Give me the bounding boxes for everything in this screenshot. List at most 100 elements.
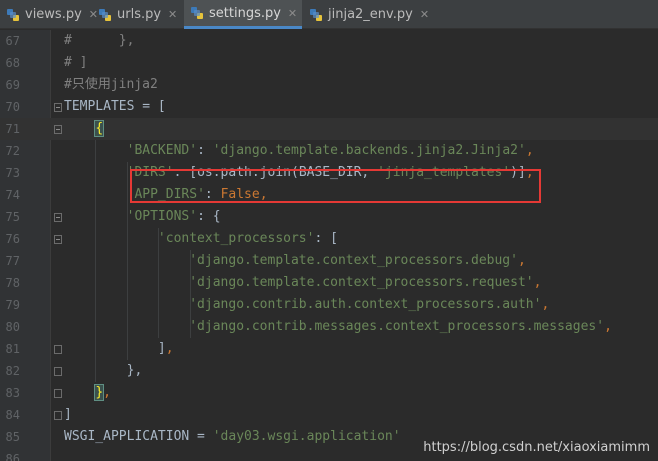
tab-jinja2-env-py[interactable]: jinja2_env.py ✕ <box>303 0 429 29</box>
close-icon[interactable]: ✕ <box>168 8 177 21</box>
code-token: , <box>525 143 534 158</box>
code-token: TEMPLATES = [ <box>64 99 166 114</box>
indent-guide <box>126 162 128 360</box>
line-number: 74 <box>5 188 20 202</box>
code-text: }, <box>64 360 143 382</box>
python-file-icon <box>98 8 112 22</box>
tab-settings-py[interactable]: settings.py ✕ <box>184 0 302 29</box>
line-number: 79 <box>5 298 20 312</box>
code-token: 'OPTIONS' <box>126 209 198 224</box>
indent-guide <box>189 250 191 338</box>
code-token: , <box>604 319 612 334</box>
code-line[interactable]: 68 # ] <box>0 52 658 74</box>
line-number: 76 <box>5 232 20 246</box>
close-icon[interactable]: ✕ <box>288 7 297 20</box>
code-text: { <box>64 118 105 140</box>
indent-guide <box>158 228 160 338</box>
code-token: 'django.template.context_processors.debu… <box>189 253 518 268</box>
tab-urls-py[interactable]: urls.py ✕ <box>92 0 182 29</box>
code-token: : [ <box>314 231 338 246</box>
code-line[interactable]: 83 }, <box>0 382 658 404</box>
line-number: 82 <box>5 364 20 378</box>
line-number: 86 <box>5 452 20 461</box>
fold-marker-icon[interactable] <box>54 345 62 354</box>
line-number: 78 <box>5 276 20 290</box>
code-line[interactable]: 82 }, <box>0 360 658 382</box>
code-text: 'django.template.context_processors.requ… <box>64 272 541 294</box>
code-token: { <box>94 120 105 137</box>
fold-marker-icon[interactable] <box>54 213 62 222</box>
code-token: 'django.contrib.auth.context_processors.… <box>189 297 542 312</box>
code-token: # ] <box>64 55 88 70</box>
code-token: }, <box>64 363 143 378</box>
line-number: 83 <box>5 386 20 400</box>
code-editor[interactable]: 67 # }, 68 # ] 69 #只使用jinja2 70 TEMPLATES = [ 71… <box>0 30 658 461</box>
line-number: 72 <box>5 144 20 158</box>
python-file-icon <box>6 8 20 22</box>
code-token: 'django.contrib.messages.context_process… <box>189 319 605 334</box>
code-line[interactable]: 71 { <box>0 118 658 140</box>
code-token: ] <box>64 407 72 422</box>
indent-guide <box>95 140 97 382</box>
code-text: }, <box>64 382 111 404</box>
line-number: 85 <box>5 430 20 444</box>
code-line[interactable]: 79 'django.contrib.auth.context_processo… <box>0 294 658 316</box>
editor-tab-bar: views.py ✕ urls.py ✕ settings.py ✕ jinja… <box>0 0 658 29</box>
code-text: ] <box>64 404 72 426</box>
python-file-icon <box>309 8 323 22</box>
code-line[interactable]: 78 'django.template.context_processors.r… <box>0 272 658 294</box>
code-token: , <box>533 275 542 290</box>
code-text: TEMPLATES = [ <box>64 96 166 118</box>
fold-marker-icon[interactable] <box>54 235 62 244</box>
code-token: 'BACKEND' <box>126 143 198 158</box>
code-line[interactable]: 80 'django.contrib.messages.context_proc… <box>0 316 658 338</box>
line-number: 68 <box>5 56 20 70</box>
code-line[interactable]: 67 # }, <box>0 30 658 52</box>
line-number: 67 <box>5 34 20 48</box>
line-number: 71 <box>5 122 20 136</box>
code-line[interactable]: 77 'django.template.context_processors.d… <box>0 250 658 272</box>
code-line[interactable]: 76 'context_processors': [ <box>0 228 658 250</box>
code-line[interactable]: 81 ], <box>0 338 658 360</box>
watermark: https://blog.csdn.net/xiaoxiamimm <box>423 440 650 455</box>
fold-marker-icon[interactable] <box>54 411 62 420</box>
fold-marker-icon[interactable] <box>54 125 62 134</box>
line-number: 81 <box>5 342 20 356</box>
line-number: 77 <box>5 254 20 268</box>
python-file-icon <box>190 6 204 20</box>
code-token: } <box>94 384 105 401</box>
code-token: , <box>165 341 174 356</box>
close-icon[interactable]: ✕ <box>420 8 429 21</box>
code-token: ] <box>64 341 166 356</box>
code-token: 'day03.wsgi.application' <box>212 429 401 444</box>
line-number: 84 <box>5 408 20 422</box>
code-token: , <box>103 385 111 400</box>
code-line[interactable]: 75 'OPTIONS': { <box>0 206 658 228</box>
code-text: # }, <box>64 30 134 52</box>
code-line[interactable]: 69 #只使用jinja2 <box>0 74 658 96</box>
code-token: # }, <box>64 33 135 48</box>
code-line[interactable]: 84] <box>0 404 658 426</box>
code-line[interactable]: 70 TEMPLATES = [ <box>0 96 658 118</box>
code-text: WSGI_APPLICATION = 'day03.wsgi.applicati… <box>64 426 401 448</box>
code-text: ], <box>64 338 174 360</box>
code-token: 'django.template.context_processors.requ… <box>189 275 534 290</box>
fold-marker-icon[interactable] <box>54 103 62 112</box>
code-text: 'context_processors': [ <box>64 228 338 250</box>
code-text: # ] <box>64 52 87 74</box>
code-token: : <box>197 143 213 158</box>
line-number: 70 <box>5 100 20 114</box>
code-token: 'django.template.backends.jinja2.Jinja2' <box>212 143 526 158</box>
tab-views-py[interactable]: views.py ✕ <box>0 0 98 29</box>
line-number: 69 <box>5 78 20 92</box>
tab-label: settings.py <box>209 5 281 21</box>
code-text: 'BACKEND': 'django.template.backends.jin… <box>64 140 534 162</box>
fold-marker-icon[interactable] <box>54 367 62 376</box>
code-line[interactable]: 72 'BACKEND': 'django.template.backends.… <box>0 140 658 162</box>
line-number: 80 <box>5 320 20 334</box>
tab-label: urls.py <box>117 7 162 22</box>
code-text: #只使用jinja2 <box>64 74 158 96</box>
annotation-highlight-box <box>130 169 541 203</box>
fold-marker-icon[interactable] <box>54 389 62 398</box>
